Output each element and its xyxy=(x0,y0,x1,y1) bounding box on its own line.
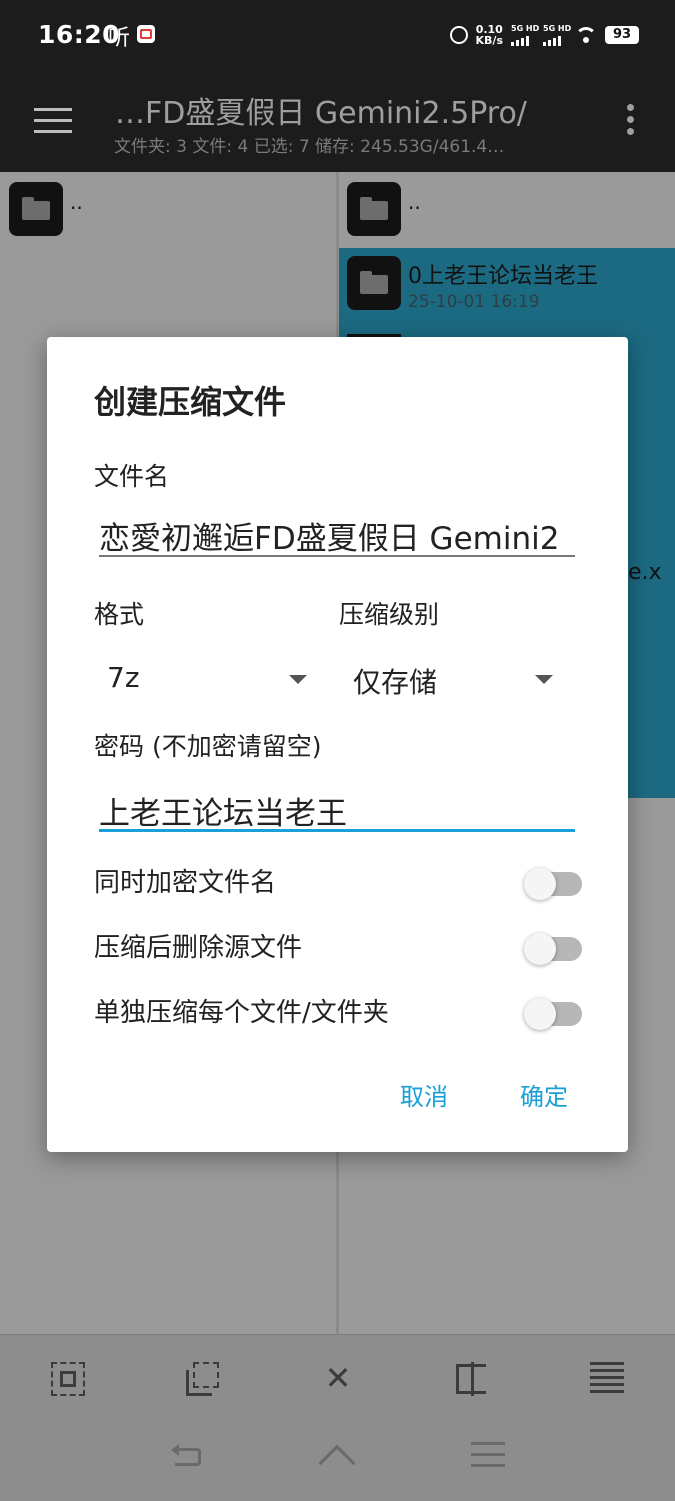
cancel-button[interactable]: 取消 xyxy=(400,1077,448,1112)
folder-icon[interactable] xyxy=(347,182,401,236)
app-bar: …FD盛夏假日 Gemini2.5Pro/ 文件夹: 3 文件: 4 已选: 7… xyxy=(0,72,675,172)
separate-archives-label: 单独压缩每个文件/文件夹 xyxy=(94,998,389,1028)
folder-icon[interactable] xyxy=(9,182,63,236)
path-title: …FD盛夏假日 Gemini2.5Pro/ xyxy=(115,96,527,131)
delete-source-switch[interactable] xyxy=(524,933,584,965)
compression-level-label: 压缩级别 xyxy=(339,600,440,629)
encrypt-filenames-label: 同时加密文件名 xyxy=(94,868,277,898)
network-speed: 0.10 KB/s xyxy=(475,23,503,47)
left-parent-dir[interactable]: .. xyxy=(70,190,83,214)
compression-level-select[interactable]: 仅存储 xyxy=(353,661,553,701)
password-label: 密码 (不加密请留空) xyxy=(94,732,322,761)
filename-label: 文件名 xyxy=(94,462,170,491)
password-input[interactable]: 上老王论坛当老王 xyxy=(99,788,575,832)
filename-input[interactable]: 恋愛初邂逅FD盛夏假日 Gemini2 xyxy=(99,513,575,557)
select-range-icon[interactable] xyxy=(186,1362,220,1396)
dialog-title: 创建压缩文件 xyxy=(94,383,287,421)
signal-sim2-icon: 5G HD xyxy=(543,24,571,46)
folder-icon[interactable] xyxy=(347,256,401,310)
select-all-icon[interactable] xyxy=(51,1362,85,1396)
list-item-name[interactable]: 0上老王论坛当老王 xyxy=(408,258,598,290)
delete-source-label: 压缩后删除源文件 xyxy=(94,933,303,963)
listen-indicator: 听 xyxy=(108,26,131,51)
more-vert-icon[interactable] xyxy=(627,104,635,140)
alarm-icon xyxy=(449,26,468,44)
dropdown-arrow-icon[interactable] xyxy=(535,675,553,684)
format-value[interactable]: 7z xyxy=(107,661,140,694)
path-stats: 文件夹: 3 文件: 4 已选: 7 储存: 245.53G/461.4… xyxy=(114,137,505,157)
delete-source-row[interactable]: 压缩后删除源文件 xyxy=(94,927,584,967)
filename-value[interactable]: 恋愛初邂逅FD盛夏假日 Gemini2 xyxy=(99,513,575,553)
notification-app-icon xyxy=(137,25,155,43)
separate-archives-row[interactable]: 单独压缩每个文件/文件夹 xyxy=(94,992,584,1032)
close-icon[interactable]: ✕ xyxy=(321,1362,355,1396)
status-bar: 16:20 听 0.10 KB/s 5G HD 5G HD 93 xyxy=(0,0,675,72)
encrypt-filenames-row[interactable]: 同时加密文件名 xyxy=(94,862,584,902)
nav-recents-icon[interactable] xyxy=(471,1442,505,1472)
right-parent-dir[interactable]: .. xyxy=(408,190,421,214)
password-value[interactable]: 上老王论坛当老王 xyxy=(99,788,575,828)
nav-back-icon[interactable] xyxy=(171,1442,205,1472)
compression-level-value[interactable]: 仅存储 xyxy=(353,661,437,701)
list-item-name-partial: e.x xyxy=(628,560,662,585)
encrypt-filenames-switch[interactable] xyxy=(524,868,584,900)
ok-button[interactable]: 确定 xyxy=(520,1077,568,1112)
hamburger-icon[interactable] xyxy=(34,108,72,136)
dropdown-arrow-icon[interactable] xyxy=(289,675,307,684)
list-icon[interactable] xyxy=(590,1362,624,1396)
signal-sim1-icon: 5G HD xyxy=(511,24,539,46)
create-archive-dialog: 创建压缩文件 文件名 恋愛初邂逅FD盛夏假日 Gemini2 格式 压缩级别 7… xyxy=(47,337,628,1152)
nav-home-icon[interactable] xyxy=(320,1442,354,1472)
list-item-date: 25-10-01 16:19 xyxy=(408,292,540,312)
wifi-icon xyxy=(575,27,597,43)
invert-selection-icon[interactable] xyxy=(456,1362,490,1396)
format-select[interactable]: 7z xyxy=(107,661,307,701)
battery-icon: 93 xyxy=(605,26,639,44)
format-label: 格式 xyxy=(94,600,145,629)
separate-archives-switch[interactable] xyxy=(524,998,584,1030)
